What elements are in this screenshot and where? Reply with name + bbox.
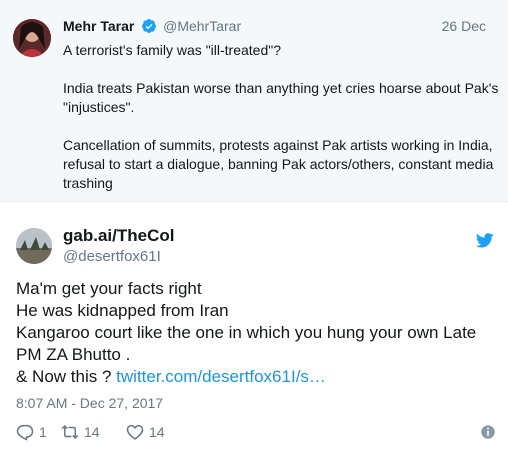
reply-last-line: & Now this ? twitter.com/desertfox61I/s… (16, 366, 496, 388)
retweet-count: 14 (84, 424, 100, 440)
reply-count: 1 (39, 424, 47, 440)
retweet-icon (61, 424, 79, 440)
reply-tweet-text: Ma'm get your facts right He was kidnapp… (16, 278, 496, 388)
quoted-author-avatar[interactable] (13, 19, 51, 57)
quoted-paragraph: Cancellation of summits, protests agains… (63, 137, 494, 191)
quoted-tweet-date[interactable]: 26 Dec (442, 18, 486, 34)
verified-badge-icon (142, 19, 157, 33)
reply-icon (16, 424, 34, 441)
reply-line: Kangaroo court like the one in which you… (16, 323, 477, 364)
tweet-link[interactable]: twitter.com/desertfox61I/s… (116, 367, 326, 386)
quoted-author-handle[interactable]: @MehrTarar (163, 18, 241, 34)
quoted-tweet[interactable]: Mehr Tarar @MehrTarar 26 Dec A terrorist… (0, 0, 508, 202)
retweet-button[interactable]: 14 (61, 423, 100, 441)
info-icon[interactable] (480, 424, 496, 440)
quoted-tweet-text: A terrorist's family was "ill-treated"? … (63, 41, 503, 193)
like-heart-icon (126, 424, 144, 440)
reply-line: & Now this ? (16, 367, 112, 386)
reply-author-name[interactable]: gab.ai/TheCol (63, 226, 174, 246)
tweet-timestamp[interactable]: 8:07 AM - Dec 27, 2017 (16, 395, 163, 411)
reply-line: Ma'm get your facts right (16, 279, 202, 298)
quoted-author-name[interactable]: Mehr Tarar (63, 18, 134, 34)
like-count: 14 (149, 424, 165, 440)
twitter-bird-icon[interactable] (476, 233, 494, 248)
reply-button[interactable]: 1 (16, 423, 47, 441)
quoted-paragraph: A terrorist's family was "ill-treated"? (63, 42, 282, 58)
like-button[interactable]: 14 (126, 423, 165, 441)
reply-author-handle[interactable]: @desertfox61I (63, 248, 161, 265)
tweet-actions: 1 14 14 (16, 423, 496, 443)
quoted-tweet-header: Mehr Tarar @MehrTarar 26 Dec (63, 18, 498, 38)
reply-line: He was kidnapped from Iran (16, 301, 229, 320)
reply-author-avatar[interactable] (16, 228, 52, 264)
quoted-paragraph: India treats Pakistan worse than anythin… (63, 80, 499, 115)
